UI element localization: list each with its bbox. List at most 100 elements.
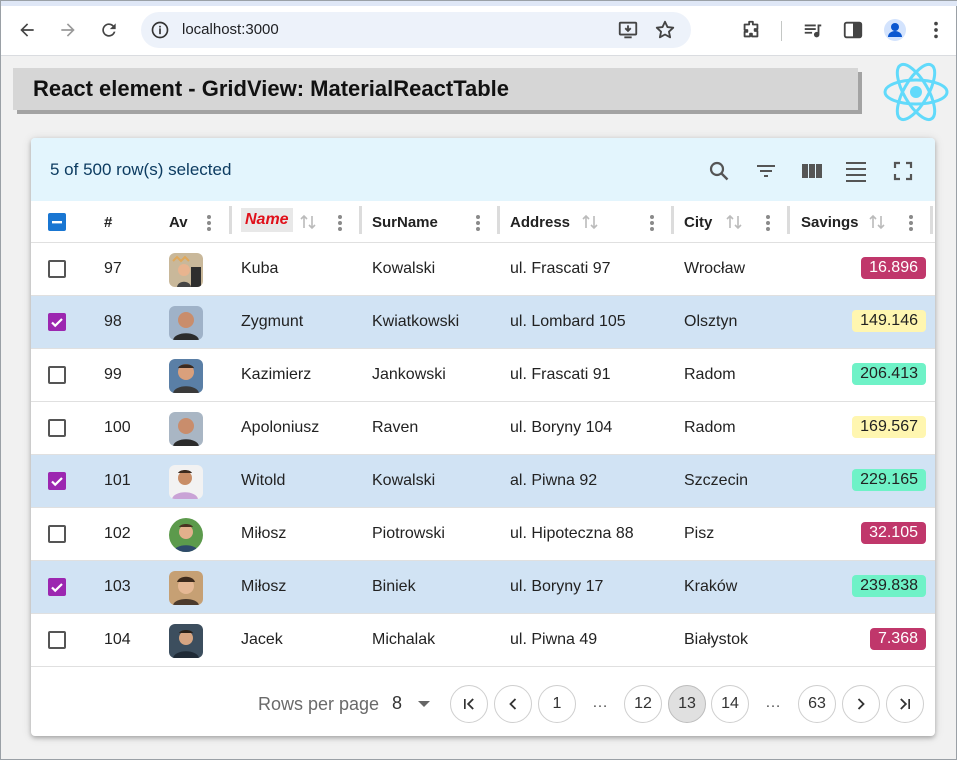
- row-checkbox[interactable]: [48, 578, 66, 596]
- selection-count: 5 of 500 row(s) selected: [50, 160, 232, 179]
- table-row[interactable]: 99 Kazimierz Jankowski ul. Frascati 91 R…: [31, 349, 935, 402]
- avatar: [169, 253, 203, 287]
- cell-num: 102: [104, 525, 131, 542]
- star-icon[interactable]: [654, 19, 676, 41]
- filter-icon[interactable]: [753, 158, 779, 184]
- cell-name: Jacek: [241, 631, 283, 648]
- density-icon[interactable]: [843, 158, 869, 184]
- column-resize-handle[interactable]: [787, 206, 790, 234]
- table-pagination: Rows per page 8 1 … 12 13 14 … 63: [31, 671, 935, 736]
- cell-num: 97: [104, 260, 122, 277]
- row-checkbox[interactable]: [48, 260, 66, 278]
- rows-per-page-label: Rows per page: [258, 694, 380, 714]
- pagination-ellipsis: …: [592, 694, 608, 711]
- avatar: [169, 412, 203, 446]
- cell-name: Zygmunt: [241, 313, 304, 330]
- table-row[interactable]: 98 Zygmunt Kwiatkowski ul. Lombard 105 O…: [31, 296, 935, 349]
- column-menu-icon[interactable]: [206, 214, 212, 232]
- table-row[interactable]: 101 Witold Kowalski al. Piwna 92 Szczeci…: [31, 455, 935, 508]
- sort-icon[interactable]: [725, 212, 743, 232]
- column-menu-icon[interactable]: [908, 214, 914, 232]
- page-button[interactable]: 12: [624, 685, 662, 723]
- column-header-savings[interactable]: Savings: [801, 201, 859, 243]
- row-checkbox[interactable]: [48, 313, 66, 331]
- column-menu-icon[interactable]: [475, 214, 481, 232]
- cell-name: Witold: [241, 472, 286, 489]
- column-resize-handle[interactable]: [497, 206, 500, 234]
- next-page-button[interactable]: [842, 685, 880, 723]
- column-resize-handle[interactable]: [671, 206, 674, 234]
- column-menu-icon[interactable]: [337, 214, 343, 232]
- first-page-button[interactable]: [450, 685, 488, 723]
- row-checkbox[interactable]: [48, 631, 66, 649]
- profile-icon[interactable]: [883, 18, 907, 42]
- column-resize-handle[interactable]: [229, 206, 232, 234]
- sort-icon[interactable]: [868, 212, 886, 232]
- cell-surname: Kwiatkowski: [372, 313, 460, 330]
- column-header-city[interactable]: City: [684, 201, 712, 243]
- current-page-button[interactable]: 13: [668, 685, 706, 723]
- table-row[interactable]: 97 Kuba Kowalski ul. Frascati 97 Wrocław…: [31, 243, 935, 296]
- cell-name: Miłosz: [241, 578, 287, 595]
- fullscreen-icon[interactable]: [890, 158, 916, 184]
- table-row[interactable]: 100 Apoloniusz Raven ul. Boryny 104 Rado…: [31, 402, 935, 455]
- chevron-down-icon[interactable]: [418, 701, 430, 707]
- avatar: [169, 571, 203, 605]
- menu-icon[interactable]: [924, 18, 948, 42]
- cell-surname: Michalak: [372, 631, 436, 648]
- select-all-checkbox[interactable]: [48, 213, 66, 231]
- forward-icon[interactable]: [54, 16, 82, 44]
- sort-icon[interactable]: [581, 212, 599, 232]
- page-button[interactable]: 1: [538, 685, 576, 723]
- cell-city: Szczecin: [684, 472, 749, 489]
- previous-page-button[interactable]: [494, 685, 532, 723]
- page-title: React element - GridView: MaterialReactT…: [33, 76, 510, 101]
- pagination-ellipsis: …: [765, 694, 781, 711]
- table-row[interactable]: 103 Miłosz Biniek ul. Boryny 17 Kraków 2…: [31, 561, 935, 614]
- column-header-num[interactable]: #: [104, 201, 112, 243]
- column-resize-handle[interactable]: [359, 206, 362, 234]
- page-button[interactable]: 14: [711, 685, 749, 723]
- columns-icon[interactable]: [799, 158, 825, 184]
- avatar: [169, 518, 203, 552]
- column-resize-handle[interactable]: [930, 206, 933, 234]
- cell-surname: Raven: [372, 419, 419, 436]
- side-panel-icon[interactable]: [841, 18, 865, 42]
- row-checkbox[interactable]: [48, 525, 66, 543]
- column-header-surname[interactable]: SurName: [372, 201, 438, 243]
- cell-city: Pisz: [684, 525, 715, 542]
- column-menu-icon[interactable]: [765, 214, 771, 232]
- install-icon[interactable]: [617, 19, 639, 41]
- rows-per-page-select[interactable]: 8: [392, 693, 402, 714]
- cell-city: Radom: [684, 419, 736, 436]
- row-checkbox[interactable]: [48, 472, 66, 490]
- media-icon[interactable]: [801, 18, 825, 42]
- info-icon[interactable]: [150, 20, 170, 40]
- reload-icon[interactable]: [95, 16, 123, 44]
- column-header-avatar[interactable]: Av: [169, 201, 188, 243]
- cell-surname: Jankowski: [372, 366, 446, 383]
- row-checkbox[interactable]: [48, 366, 66, 384]
- savings-badge: 229.165: [852, 469, 926, 491]
- cell-city: Olsztyn: [684, 313, 738, 330]
- extensions-icon[interactable]: [739, 18, 763, 42]
- last-page-button[interactable]: [886, 685, 924, 723]
- avatar: [169, 624, 203, 658]
- page-button[interactable]: 63: [798, 685, 836, 723]
- cell-surname: Kowalski: [372, 472, 436, 489]
- address-bar[interactable]: localhost:3000: [141, 12, 691, 48]
- sort-icon[interactable]: [299, 212, 317, 232]
- search-icon[interactable]: [706, 158, 732, 184]
- browser-toolbar: localhost:3000: [1, 6, 956, 56]
- url-text[interactable]: localhost:3000: [182, 21, 279, 38]
- react-logo-icon: [883, 62, 949, 122]
- cell-address: ul. Boryny 17: [510, 578, 604, 595]
- column-menu-icon[interactable]: [649, 214, 655, 232]
- table-row[interactable]: 102 Miłosz Piotrowski ul. Hipoteczna 88 …: [31, 508, 935, 561]
- column-header-name[interactable]: Name: [241, 208, 293, 232]
- table-row[interactable]: 104 Jacek Michalak ul. Piwna 49 Białysto…: [31, 614, 935, 667]
- cell-city: Białystok: [684, 631, 749, 648]
- column-header-address[interactable]: Address: [510, 201, 570, 243]
- row-checkbox[interactable]: [48, 419, 66, 437]
- back-icon[interactable]: [13, 16, 41, 44]
